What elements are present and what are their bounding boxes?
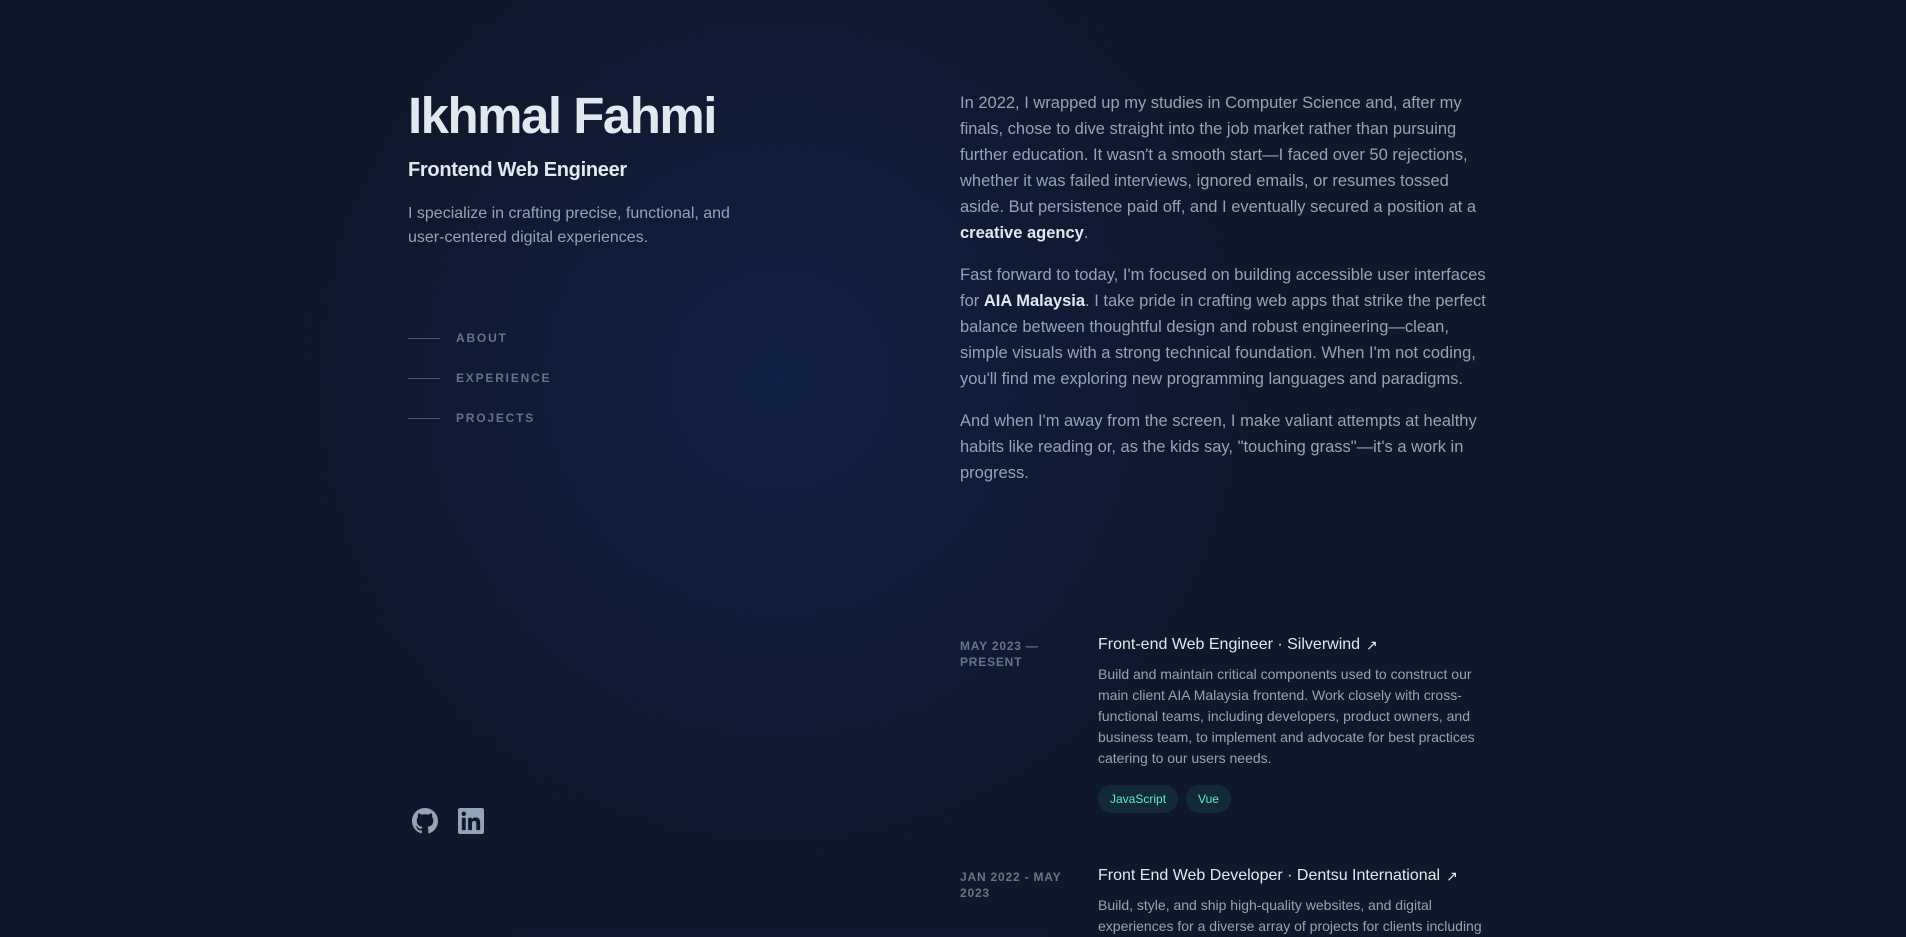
job-date-line: 2023: [960, 886, 990, 900]
job-date-line: MAY 2023 —: [960, 639, 1039, 653]
job-title-link[interactable]: Front-end Web Engineer · Silverwind ↗: [1098, 634, 1490, 656]
linkedin-icon[interactable]: [458, 808, 484, 834]
about-highlight[interactable]: creative agency: [960, 224, 1084, 242]
job-date-line: PRESENT: [960, 655, 1023, 669]
job-body: Front End Web Developer · Dentsu Interna…: [1098, 865, 1490, 937]
job-description: Build, style, and ship high-quality webs…: [1098, 897, 1482, 934]
nav-item-label: ABOUT: [456, 331, 508, 345]
github-icon[interactable]: [412, 808, 438, 834]
nav-item-label: PROJECTS: [456, 411, 536, 425]
job-date: MAY 2023 — PRESENT: [960, 634, 1098, 813]
job-date-line: JAN 2022 - MAY: [960, 870, 1062, 884]
arrow-up-right-icon: ↗: [1366, 637, 1378, 653]
about-section: In 2022, I wrapped up my studies in Comp…: [960, 90, 1490, 502]
job-title: Front End Web Developer · Dentsu Interna…: [1098, 867, 1441, 884]
about-highlight[interactable]: AIA Malaysia: [984, 292, 1085, 310]
profile-tagline: I specialize in crafting precise, functi…: [408, 205, 730, 246]
nav-item-about[interactable]: ABOUT: [408, 318, 551, 358]
arrow-up-right-icon: ↗: [1446, 868, 1458, 884]
profile-name[interactable]: Ikhmal Fahmi: [408, 86, 788, 146]
experience-card[interactable]: JAN 2022 - MAY 2023 Front End Web Develo…: [960, 865, 1490, 937]
about-paragraph: In 2022, I wrapped up my studies in Comp…: [960, 90, 1490, 246]
tech-tag: Vue: [1186, 785, 1231, 813]
job-title: Front-end Web Engineer · Silverwind: [1098, 636, 1361, 653]
about-text: .: [1083, 224, 1089, 242]
job-description: Build and maintain critical components u…: [1098, 666, 1475, 766]
nav-item-experience[interactable]: EXPERIENCE: [408, 358, 551, 398]
about-paragraph: Fast forward to today, I'm focused on bu…: [960, 262, 1490, 392]
experience-card[interactable]: MAY 2023 — PRESENT Front-end Web Enginee…: [960, 634, 1490, 813]
nav-indicator-line: [408, 377, 440, 379]
job-date: JAN 2022 - MAY 2023: [960, 865, 1098, 937]
nav-indicator-line: [408, 417, 440, 419]
tech-tag: JavaScript: [1098, 785, 1179, 813]
profile-role: Frontend Web Engineer: [408, 159, 627, 181]
profile-header: Ikhmal Fahmi Frontend Web Engineer I spe…: [408, 86, 788, 250]
nav-item-label: EXPERIENCE: [456, 371, 552, 385]
tech-tags: JavaScript Vue: [1098, 785, 1490, 813]
nav-item-projects[interactable]: PROJECTS: [408, 398, 551, 438]
nav-indicator-line: [408, 337, 440, 339]
about-text: In 2022, I wrapped up my studies in Comp…: [960, 94, 1477, 216]
section-nav: ABOUT EXPERIENCE PROJECTS: [408, 318, 551, 438]
job-title-link[interactable]: Front End Web Developer · Dentsu Interna…: [1098, 865, 1490, 887]
social-links: [412, 808, 484, 834]
about-paragraph: And when I'm away from the screen, I mak…: [960, 412, 1477, 482]
job-body: Front-end Web Engineer · Silverwind ↗ Bu…: [1098, 634, 1490, 813]
